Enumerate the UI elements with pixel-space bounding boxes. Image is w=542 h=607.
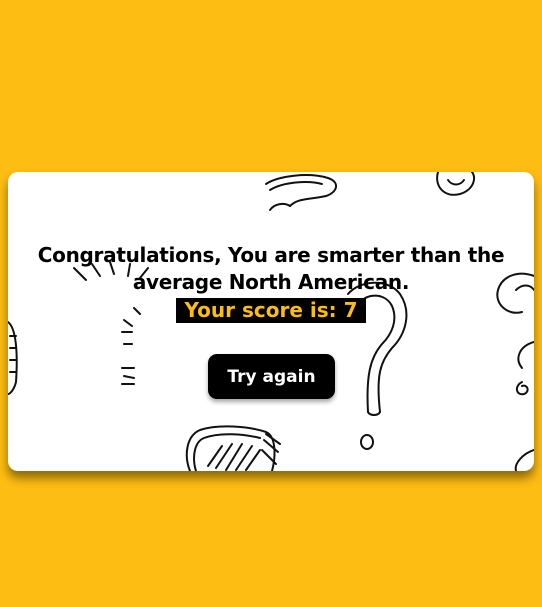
score-display: Your score is: 7 [175,298,367,323]
result-message: Congratulations, You are smarter than th… [37,243,505,294]
score-container: Your score is: 7 [8,298,534,323]
result-card: Congratulations, You are smarter than th… [8,172,534,471]
try-again-button[interactable]: Try again [208,354,335,399]
quiz-result-page: Congratulations, You are smarter than th… [0,0,542,607]
